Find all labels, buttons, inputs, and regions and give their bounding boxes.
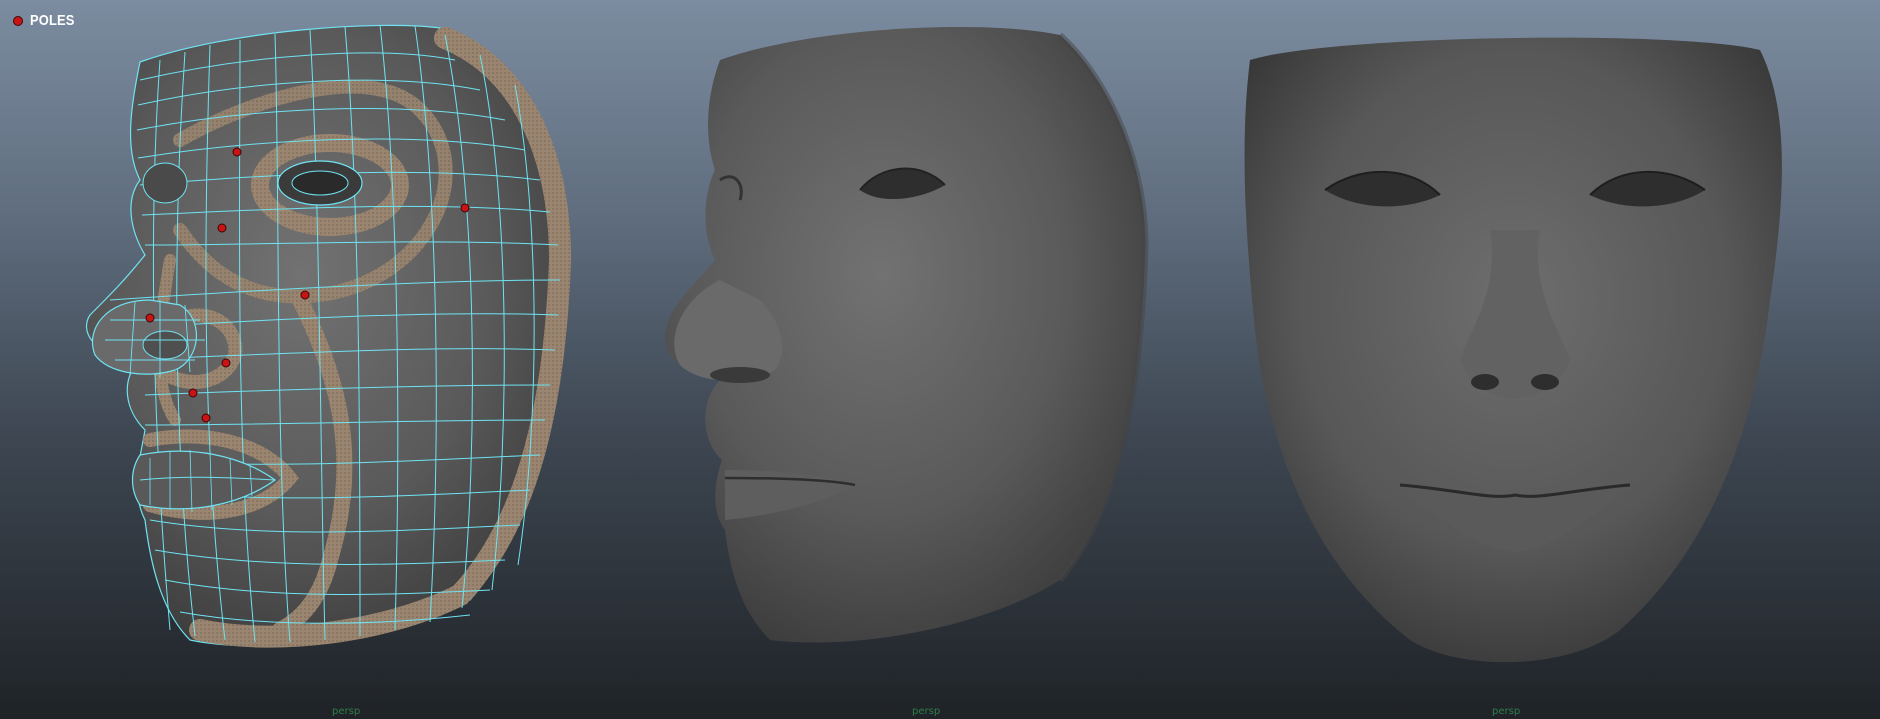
pole-marker: [201, 413, 211, 423]
camera-label-middle: persp: [912, 706, 941, 717]
front-shaded-face[interactable]: [1244, 37, 1782, 663]
wireframe-face[interactable]: [85, 24, 572, 648]
pole-marker: [217, 223, 227, 233]
pole-marker: [221, 358, 231, 368]
pole-marker: [232, 147, 242, 157]
pole-marker: [300, 290, 310, 300]
legend-label: POLES: [30, 12, 75, 29]
side-shaded-face[interactable]: [665, 27, 1149, 643]
viewport-scene: [85, 24, 1782, 663]
maya-viewport[interactable]: POLES persp persp persp: [0, 0, 1880, 719]
poles-legend: POLES: [14, 12, 82, 29]
pole-marker: [460, 203, 470, 213]
pole-marker: [188, 388, 198, 398]
camera-label-left: persp: [332, 706, 361, 717]
camera-label-right: persp: [1492, 706, 1521, 717]
red-dot-icon: [14, 16, 22, 25]
pole-marker: [145, 313, 155, 323]
